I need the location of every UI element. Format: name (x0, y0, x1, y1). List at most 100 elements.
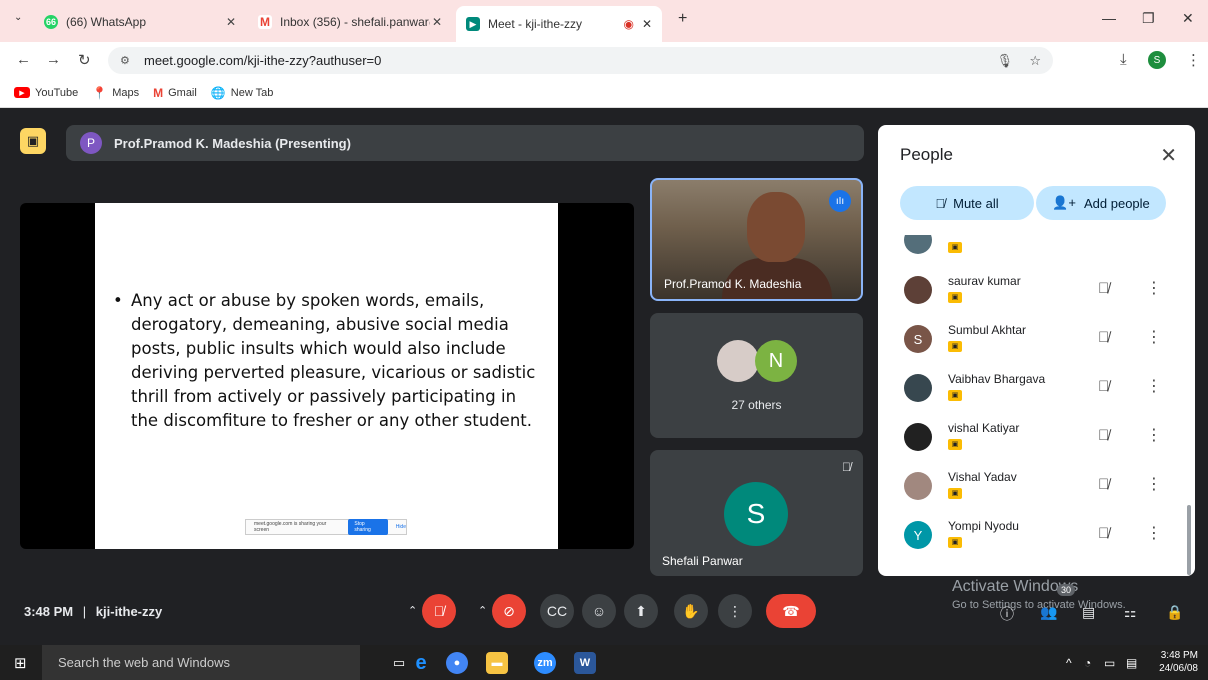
new-tab-button[interactable]: + (678, 10, 687, 28)
participant-row[interactable]: Y Yompi Nyodu ▣ 🎙̸ ⋮ (888, 510, 1182, 558)
host-controls-icon[interactable]: 🔒 (1166, 604, 1183, 621)
bookmark-youtube[interactable]: ▶ YouTube (14, 87, 78, 99)
close-tab-icon[interactable]: ✕ (226, 15, 236, 29)
people-count-badge: 30 (1057, 584, 1076, 596)
speaker-name: Prof.Pramod K. Madeshia (664, 277, 802, 291)
meeting-time: 3:48 PM (24, 604, 74, 619)
mic-off-icon[interactable]: 🎙̸ (1098, 378, 1109, 395)
tab-meet[interactable]: ▶ Meet - kji-ithe-zzy ◉ ✕ (456, 6, 662, 42)
people-icon[interactable]: 👥 (1040, 604, 1057, 621)
captions-button[interactable]: CC (540, 594, 574, 628)
back-icon[interactable]: ← (16, 51, 31, 68)
mic-off-icon: 🎙̸ (842, 460, 851, 474)
battery-icon[interactable]: ▭ (1104, 656, 1115, 670)
presentation-area: • Any act or abuse by spoken words, emai… (20, 203, 634, 549)
taskbar-search[interactable]: Search the web and Windows (42, 645, 360, 680)
chrome-icon[interactable]: ● (446, 652, 468, 674)
participant-row[interactable]: Vaibhav Bhargava ▣ 🎙̸ ⋮ (888, 363, 1182, 411)
task-view-icon[interactable]: ▭ (388, 652, 410, 674)
add-people-button[interactable]: 👤+ Add people (1036, 186, 1166, 220)
zoom-icon[interactable]: zm (534, 652, 556, 674)
participant-avatar: S (904, 325, 932, 353)
whatsapp-icon: 66 (44, 15, 58, 29)
slide-paragraph: Any act or abuse by spoken words, emails… (131, 291, 536, 430)
stop-presenting-icon[interactable]: ▣ (20, 128, 46, 154)
mic-off-icon[interactable]: 🎙̸ (1098, 329, 1109, 346)
present-button[interactable]: ⬆ (624, 594, 658, 628)
bookmark-star-icon[interactable]: ☆ (1029, 53, 1041, 69)
wifi-icon[interactable]: ◔ (1084, 656, 1091, 670)
mic-off-icon[interactable]: 🎙̸ (1098, 280, 1109, 297)
close-window-icon[interactable]: ✕ (1182, 10, 1194, 27)
tab-whatsapp[interactable]: 66 (66) WhatsApp ✕ (34, 8, 246, 36)
participant-row[interactable]: saurav kumar ▣ 🎙̸ ⋮ (888, 265, 1182, 313)
tab-search-icon[interactable]: ⌄ (14, 12, 22, 23)
chat-icon[interactable]: ▤ (1082, 604, 1095, 621)
close-icon[interactable]: ✕ (1160, 143, 1177, 168)
info-icon[interactable]: ⓘ (1000, 604, 1014, 624)
profile-avatar[interactable]: S (1148, 51, 1166, 69)
more-options-icon[interactable]: ⋮ (1146, 376, 1162, 396)
site-info-icon[interactable]: ⚙ (120, 54, 130, 67)
participant-row[interactable]: S Sumbul Akhtar ▣ 🎙̸ ⋮ (888, 314, 1182, 362)
microphone-icon[interactable]: 🎙 (996, 53, 1013, 69)
restore-icon[interactable]: ❐ (1142, 10, 1155, 27)
bookmark-gmail[interactable]: M Gmail (153, 86, 197, 100)
meeting-code: kji-ithe-zzy (95, 604, 163, 619)
stop-sharing-button[interactable]: Stop sharing (348, 519, 388, 535)
windows-start-icon[interactable]: ⊞ (14, 654, 27, 672)
mic-off-button[interactable]: 🎙̸ (422, 594, 456, 628)
file-explorer-icon[interactable]: ▬ (486, 652, 508, 674)
more-options-icon[interactable]: ⋮ (1146, 327, 1162, 347)
bookmark-maps[interactable]: 📍 Maps (92, 86, 139, 100)
close-tab-icon[interactable]: ✕ (642, 17, 652, 31)
participant-name: vishal Katiyar (948, 421, 1020, 435)
activate-windows-watermark: Activate Windows Go to Settings to activ… (952, 578, 1126, 611)
clock-time: 3:48 PM (1160, 650, 1198, 661)
menu-icon[interactable]: ⋮ (1186, 51, 1201, 69)
mic-off-icon[interactable]: 🎙̸ (1098, 525, 1109, 542)
more-options-icon[interactable]: ⋮ (1146, 474, 1162, 494)
video-options-icon[interactable]: ⌃ (478, 604, 487, 617)
reload-icon[interactable]: ↻ (78, 51, 91, 69)
bookmark-new-tab[interactable]: 🌐 New Tab (211, 86, 274, 100)
download-icon[interactable]: ⤓ (1120, 51, 1127, 68)
activities-icon[interactable]: ⚏ (1124, 604, 1137, 621)
word-icon[interactable]: W (574, 652, 596, 674)
more-options-icon[interactable]: ⋮ (1146, 278, 1162, 298)
scrollbar[interactable] (1187, 505, 1191, 575)
mute-all-button[interactable]: 🎙̸ Mute all (900, 186, 1034, 220)
more-options-icon[interactable]: ⋮ (1146, 523, 1162, 543)
system-clock[interactable]: 3:48 PM 24/06/08 (1159, 649, 1198, 675)
tray-chevron-icon[interactable]: ^ (1066, 656, 1072, 670)
url-field[interactable]: ⚙ meet.google.com/kji-ithe-zzy?authuser=… (108, 47, 1053, 74)
participant-row[interactable]: Vishal Yadav ▣ 🎙̸ ⋮ (888, 461, 1182, 509)
forward-icon[interactable]: → (46, 51, 61, 68)
more-options-button[interactable]: ⋮ (718, 594, 752, 628)
participant-name: Vaibhav Bhargava (948, 372, 1046, 386)
share-notice-text: meet.google.com is sharing your screen (254, 521, 327, 533)
minimize-icon[interactable]: — (1102, 10, 1116, 26)
edge-icon[interactable]: e (410, 652, 432, 674)
participant-name: saurav kumar (948, 274, 1021, 288)
others-tile[interactable]: N 27 others (650, 313, 863, 438)
camera-off-button[interactable]: ⊘ (492, 594, 526, 628)
speaker-tile[interactable]: ıIı Prof.Pramod K. Madeshia (650, 178, 863, 301)
participant-row[interactable]: ▣ (888, 235, 1182, 263)
participant-row[interactable]: vishal Katiyar ▣ 🎙̸ ⋮ (888, 412, 1182, 460)
notifications-icon[interactable]: ▤ (1126, 656, 1137, 670)
more-options-icon[interactable]: ⋮ (1146, 425, 1162, 445)
tab-gmail[interactable]: M Inbox (356) - shefali.panwar@m ✕ (248, 8, 452, 36)
screen-share-notice: meet.google.com is sharing your screen S… (245, 519, 407, 535)
leave-call-button[interactable]: ☎ (766, 594, 816, 628)
gmail-icon: M (153, 85, 164, 100)
self-tile[interactable]: 🎙̸ S Shefali Panwar (650, 450, 863, 576)
mic-off-icon[interactable]: 🎙̸ (1098, 427, 1109, 444)
close-tab-icon[interactable]: ✕ (432, 15, 442, 29)
audio-options-icon[interactable]: ⌃ (408, 604, 417, 617)
emoji-button[interactable]: ☺ (582, 594, 616, 628)
mic-off-icon[interactable]: 🎙̸ (1098, 476, 1109, 493)
presenting-tag-icon: ▣ (948, 242, 962, 253)
raise-hand-button[interactable]: ✋ (674, 594, 708, 628)
hide-button[interactable]: Hide (396, 524, 406, 530)
